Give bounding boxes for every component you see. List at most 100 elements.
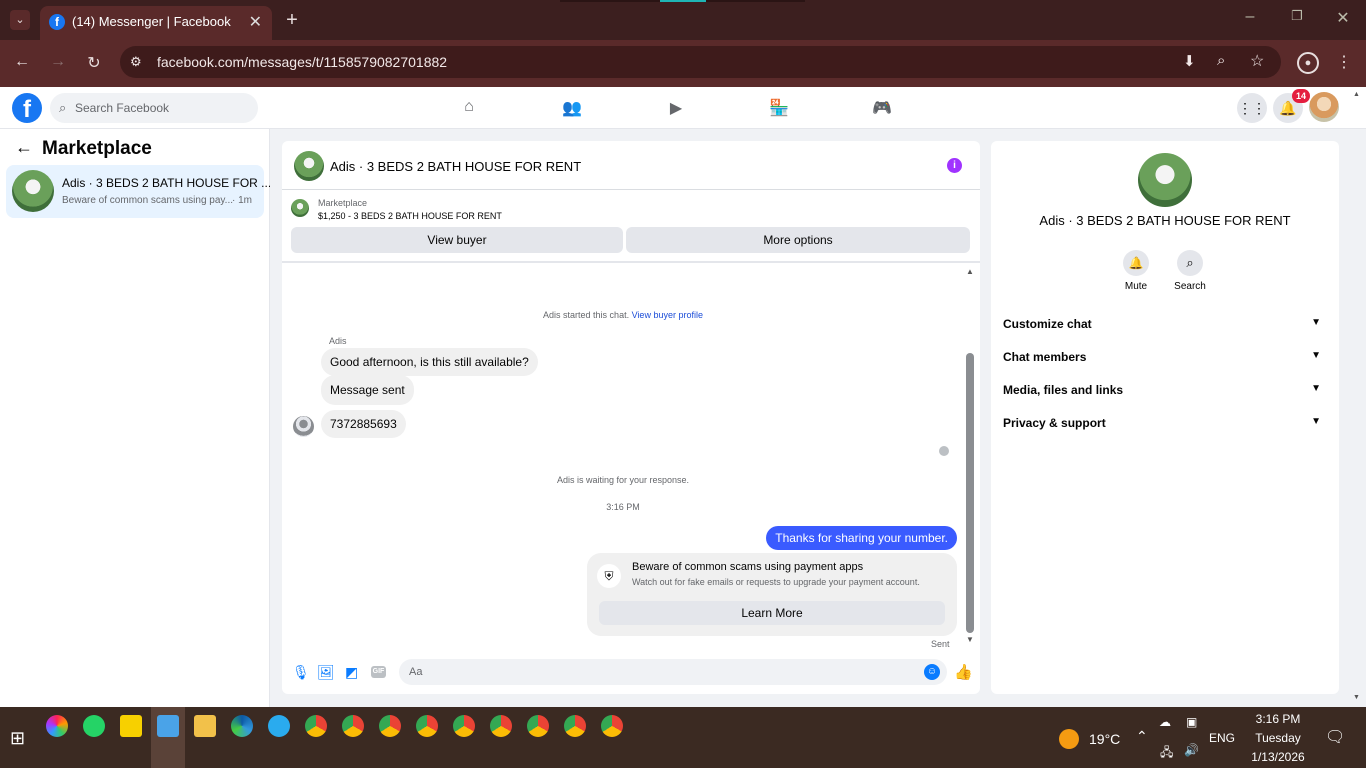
sticky-notes-icon[interactable]: [120, 715, 142, 737]
volume-icon[interactable]: 🔊: [1184, 743, 1199, 757]
page-scroll-up-icon[interactable]: ▲: [1353, 91, 1360, 98]
chrome-icon[interactable]: [342, 715, 364, 737]
url-text: facebook.com/messages/t/1158579082701882: [157, 54, 448, 70]
clock-date[interactable]: 1/13/2026: [1243, 750, 1313, 764]
back-icon[interactable]: ←: [12, 53, 32, 71]
search-icon: ⌕: [59, 100, 67, 115]
app-icon[interactable]: [157, 715, 179, 737]
chrome-icon[interactable]: [527, 715, 549, 737]
scroll-down-icon[interactable]: ▼: [966, 635, 974, 644]
profile-icon[interactable]: ●: [1297, 52, 1319, 74]
marketplace-icon[interactable]: 🏪: [768, 98, 790, 118]
page-scroll-down-icon[interactable]: ▼: [1353, 694, 1360, 701]
photo-icon[interactable]: 🖼: [317, 664, 335, 681]
account-avatar[interactable]: [1309, 92, 1339, 122]
telegram-icon[interactable]: [268, 715, 290, 737]
watch-icon[interactable]: ▶: [665, 98, 687, 118]
chat-avatar[interactable]: [294, 151, 324, 181]
gif-icon[interactable]: GIF: [371, 666, 386, 678]
chrome-icon[interactable]: [490, 715, 512, 737]
mute-label: Mute: [1124, 281, 1148, 292]
scam-warning-title: Beware of common scams using payment app…: [632, 561, 864, 573]
search-facebook-input[interactable]: ⌕ Search Facebook: [50, 93, 258, 123]
restore-icon[interactable]: ❐: [1287, 8, 1307, 24]
browser-tab-bar: ⌄ f (14) Messenger | Facebook ✕ + – ❐ ✕: [0, 0, 1366, 40]
new-tab-icon[interactable]: +: [282, 9, 302, 32]
chat-thread-item[interactable]: Adis · 3 BEDS 2 BATH HOUSE FOR ... Bewar…: [6, 165, 271, 218]
network-icon[interactable]: 🖧: [1160, 743, 1173, 764]
browser-tab[interactable]: f (14) Messenger | Facebook ✕: [40, 6, 272, 40]
copilot-icon[interactable]: [46, 715, 68, 737]
menu-grid-icon[interactable]: ⋮⋮: [1237, 93, 1267, 123]
whatsapp-icon[interactable]: [83, 715, 105, 737]
media-files-links-section[interactable]: Media, files and links ▼: [1003, 383, 1321, 397]
view-buyer-button[interactable]: View buyer: [291, 227, 623, 253]
view-buyer-profile-link[interactable]: View buyer profile: [632, 310, 703, 320]
home-icon[interactable]: ⌂: [458, 98, 480, 118]
emoji-icon[interactable]: ☺: [924, 664, 940, 680]
chrome-icon[interactable]: [379, 715, 401, 737]
thread-name: Adis · 3 BEDS 2 BATH HOUSE FOR ...: [62, 176, 272, 190]
sticker-icon[interactable]: ◩: [345, 664, 358, 681]
clock-day[interactable]: Tuesday: [1243, 731, 1313, 745]
onedrive-icon[interactable]: ☁: [1159, 715, 1171, 729]
info-icon[interactable]: i: [947, 158, 962, 173]
close-tab-icon[interactable]: ✕: [249, 12, 262, 32]
header-divider: [282, 189, 980, 190]
back-arrow-icon[interactable]: ←: [15, 137, 33, 158]
friends-icon[interactable]: 👥: [561, 98, 583, 118]
mute-bell-icon[interactable]: 🔔: [1123, 250, 1149, 276]
outgoing-message: Thanks for sharing your number.: [766, 526, 957, 550]
meet-now-icon[interactable]: ▣: [1186, 715, 1197, 729]
tab-search-icon[interactable]: ⌄: [10, 10, 30, 30]
details-avatar[interactable]: [1138, 153, 1192, 207]
chevron-down-icon: ▼: [1311, 350, 1321, 361]
reload-icon[interactable]: ↻: [84, 53, 104, 73]
temperature-text[interactable]: 19°C: [1089, 731, 1120, 747]
chat-members-section[interactable]: Chat members ▼: [1003, 350, 1321, 364]
address-bar[interactable]: ⚙ facebook.com/messages/t/11585790827018…: [120, 46, 1281, 78]
bookmark-star-icon[interactable]: ☆: [1250, 51, 1264, 71]
weather-sun-icon[interactable]: [1059, 729, 1079, 749]
incoming-message-3: 7372885693: [321, 410, 406, 438]
more-options-button[interactable]: More options: [626, 227, 970, 253]
scrollbar-thumb[interactable]: [966, 353, 974, 633]
sender-avatar[interactable]: [293, 416, 314, 437]
thumbs-up-icon[interactable]: 👍: [954, 663, 973, 681]
site-info-icon[interactable]: ⚙: [130, 54, 142, 70]
menu-dots-icon[interactable]: ⋮: [1334, 52, 1354, 72]
minimize-icon[interactable]: –: [1240, 8, 1260, 26]
microphone-icon[interactable]: 🎙: [292, 664, 310, 681]
zoom-icon[interactable]: ⌕: [1217, 52, 1225, 69]
chrome-icon[interactable]: [564, 715, 586, 737]
sidebar-title: Marketplace: [42, 138, 152, 159]
chrome-icon[interactable]: [305, 715, 327, 737]
chrome-icon[interactable]: [416, 715, 438, 737]
language-indicator[interactable]: ENG: [1209, 731, 1235, 745]
file-explorer-icon[interactable]: [194, 715, 216, 737]
notification-center-icon[interactable]: 🗨: [1325, 727, 1345, 747]
close-window-icon[interactable]: ✕: [1333, 8, 1353, 28]
install-app-icon[interactable]: ⬇: [1183, 52, 1196, 70]
chrome-icon[interactable]: [601, 715, 623, 737]
chrome-icon[interactable]: [453, 715, 475, 737]
gaming-icon[interactable]: 🎮: [871, 98, 893, 118]
privacy-support-section[interactable]: Privacy & support ▼: [1003, 416, 1321, 430]
chat-title[interactable]: Adis · 3 BEDS 2 BATH HOUSE FOR RENT: [330, 159, 581, 174]
show-hidden-icons-icon[interactable]: ⌃: [1136, 728, 1148, 745]
scroll-up-icon[interactable]: ▲: [966, 267, 974, 276]
chevron-down-icon: ▼: [1311, 416, 1321, 427]
chat-started-text: Adis started this chat.: [543, 310, 630, 320]
scam-warning-card: ⛨ Beware of common scams using payment a…: [587, 553, 957, 636]
message-input[interactable]: Aa ☺: [399, 659, 947, 685]
clock-time[interactable]: 3:16 PM: [1243, 712, 1313, 726]
windows-start-icon[interactable]: ⊞: [10, 728, 25, 749]
forward-icon[interactable]: →: [48, 53, 68, 71]
shield-icon: ⛨: [597, 564, 621, 588]
notification-badge: 14: [1292, 89, 1310, 103]
search-conversation-icon[interactable]: ⌕: [1177, 250, 1203, 276]
edge-icon[interactable]: [231, 715, 253, 737]
facebook-logo-icon[interactable]: f: [12, 93, 42, 123]
customize-chat-section[interactable]: Customize chat ▼: [1003, 317, 1321, 331]
learn-more-button[interactable]: Learn More: [599, 601, 945, 625]
